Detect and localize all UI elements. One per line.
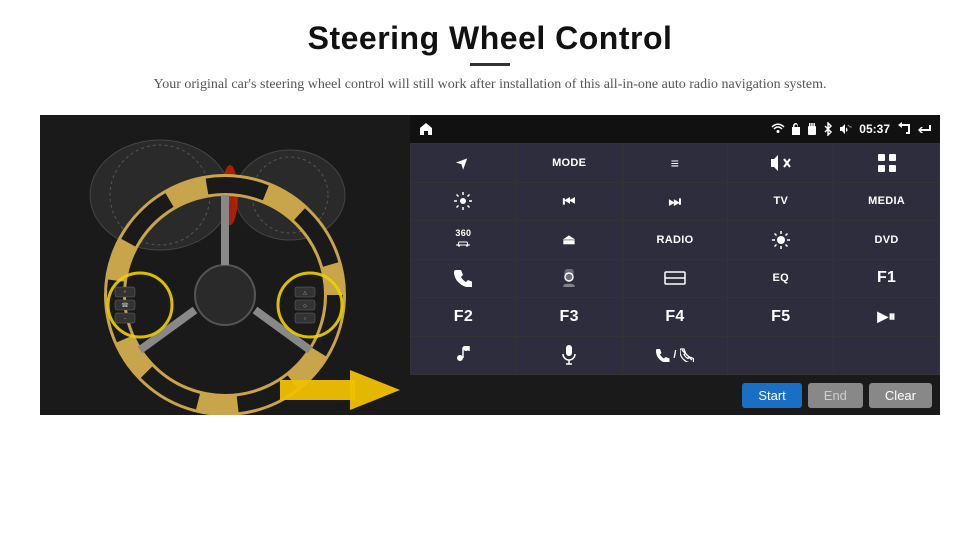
music-icon [454,346,472,364]
call-button[interactable]: / [623,337,728,375]
steering-wheel-image: + ☎ - △ ◇ ○ [40,115,410,415]
title-section: Steering Wheel Control Your original car… [154,20,827,109]
page-wrapper: Steering Wheel Control Your original car… [0,0,980,544]
apps-icon [877,153,897,173]
mute-icon [770,154,792,172]
svg-text:-: - [124,316,126,322]
360-button[interactable]: 360 [411,221,516,259]
apps-button[interactable] [834,144,939,182]
svg-text:◇: ◇ [303,303,307,309]
svg-text:△: △ [303,290,307,296]
empty-btn-1[interactable] [728,337,833,375]
phone-icon [454,269,472,287]
navigate-button[interactable]: ➤ [411,144,516,182]
status-left [418,121,434,137]
dvd-button[interactable]: DVD [834,221,939,259]
list-button[interactable]: ≡ [623,144,728,182]
volume-icon [839,123,853,135]
status-right: 05:37 [771,122,932,136]
window-icon [664,271,686,285]
mute-button[interactable] [728,144,833,182]
window-button[interactable] [623,260,728,298]
map-button[interactable] [517,260,622,298]
end-call-icon [680,348,694,362]
settings-button[interactable] [411,183,516,221]
end-button[interactable]: End [808,383,863,408]
f5-button[interactable]: F5 [728,298,833,336]
svg-text:☎: ☎ [121,302,129,309]
f1-button[interactable]: F1 [834,260,939,298]
prev-button[interactable]: ⏮ [517,183,622,221]
status-time: 05:37 [859,122,890,136]
bottom-bar: Start End Clear [410,375,940,415]
svg-text:○: ○ [303,317,306,322]
radio-button[interactable]: RADIO [623,221,728,259]
page-subtitle: Your original car's steering wheel contr… [154,74,827,95]
playpause-button[interactable]: ▶⏸ [834,298,939,336]
eject-button[interactable]: ⏏ [517,221,622,259]
start-button[interactable]: Start [742,383,801,408]
car-360-icon [454,239,472,247]
brightness-button[interactable] [728,221,833,259]
android-panel: 05:37 ➤ MODE [410,115,940,415]
empty-btn-2[interactable] [834,337,939,375]
sd-icon [807,123,817,135]
clear-button[interactable]: Clear [869,383,932,408]
map-icon [560,269,578,287]
home-icon [418,121,434,137]
title-divider [470,63,510,66]
f2-button[interactable]: F2 [411,298,516,336]
phone-button[interactable] [411,260,516,298]
content-area: + ☎ - △ ◇ ○ [40,115,940,415]
mic-button[interactable] [517,337,622,375]
button-grid: ➤ MODE ≡ [410,143,940,375]
microphone-icon [562,345,576,365]
media-button[interactable]: MEDIA [834,183,939,221]
f3-button[interactable]: F3 [517,298,622,336]
bluetooth-icon [823,122,833,136]
next-button[interactable]: ⏭ [623,183,728,221]
settings-icon [453,191,473,211]
mode-button[interactable]: MODE [517,144,622,182]
back-icon [896,122,912,136]
call-icon [656,348,670,362]
eq-button[interactable]: EQ [728,260,833,298]
status-bar: 05:37 [410,115,940,143]
tv-button[interactable]: TV [728,183,833,221]
music-button[interactable] [411,337,516,375]
page-title: Steering Wheel Control [154,20,827,57]
brightness-icon [771,230,791,250]
return-icon [918,122,932,136]
lock-icon [791,123,801,135]
wifi-icon [771,123,785,135]
f4-button[interactable]: F4 [623,298,728,336]
